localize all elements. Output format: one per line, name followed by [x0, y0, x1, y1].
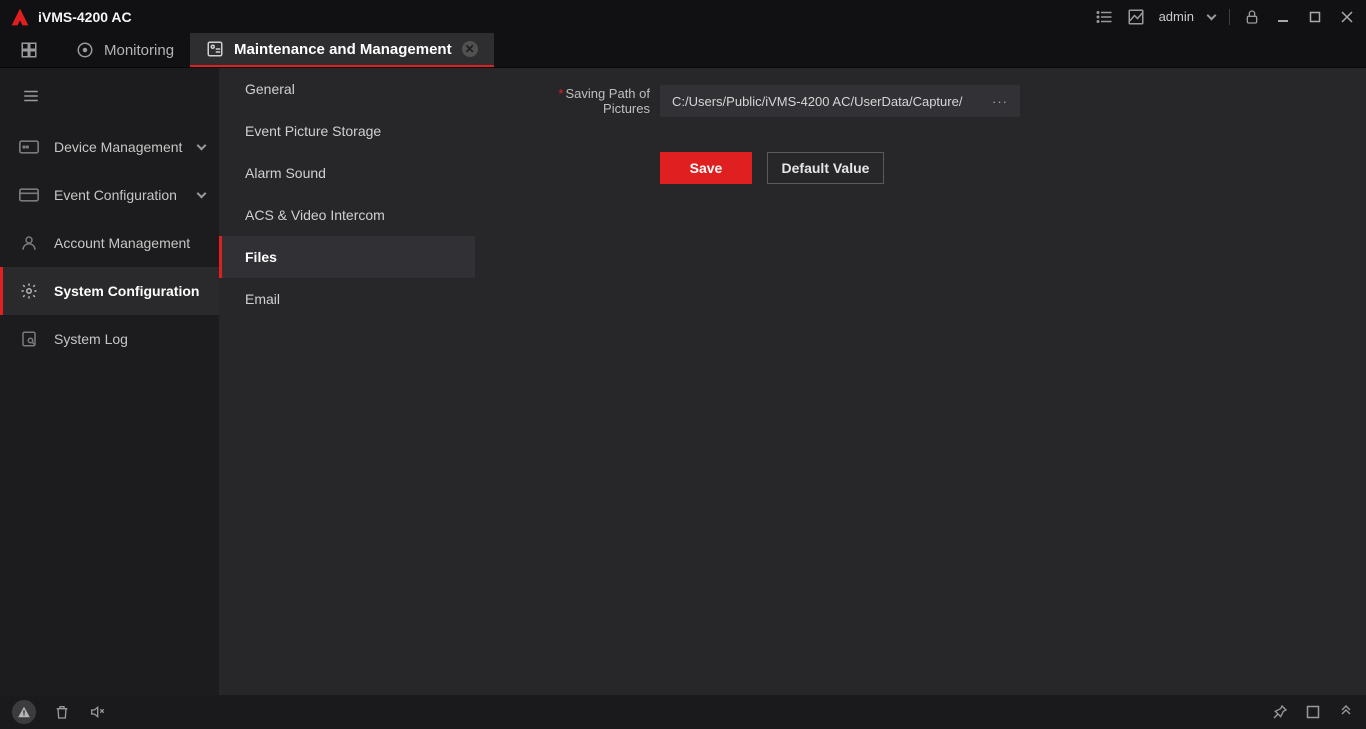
pin-icon[interactable]: [1272, 704, 1288, 720]
content-pane: *Saving Path of Pictures C:/Users/Public…: [475, 68, 1366, 695]
subnav-general[interactable]: General: [219, 68, 475, 110]
gear-icon: [18, 280, 40, 302]
sidebar-item-label: Account Management: [54, 235, 190, 251]
title-bar: iVMS-4200 AC admin: [0, 0, 1366, 33]
browse-icon[interactable]: ···: [992, 94, 1008, 109]
subnav-email[interactable]: Email: [219, 278, 475, 320]
user-icon: [18, 232, 40, 254]
user-menu-caret[interactable]: [1207, 10, 1217, 20]
maximize-button[interactable]: [1306, 8, 1324, 26]
menu-icon[interactable]: [22, 87, 40, 105]
device-icon: [18, 136, 40, 158]
lock-icon[interactable]: [1244, 9, 1260, 25]
list-icon[interactable]: [1095, 8, 1113, 26]
sidebar-item-label: Device Management: [54, 139, 182, 155]
sidebar-item-system-log[interactable]: System Log: [0, 315, 219, 363]
default-value-button[interactable]: Default Value: [767, 152, 884, 184]
minimize-button[interactable]: [1274, 8, 1292, 26]
save-button[interactable]: Save: [660, 152, 752, 184]
sidebar-item-device-management[interactable]: Device Management: [0, 123, 219, 171]
volume-mute-icon[interactable]: [88, 704, 106, 720]
sidebar-item-label: Event Configuration: [54, 187, 177, 203]
restore-icon[interactable]: [1306, 705, 1320, 719]
subnav-label: General: [245, 81, 295, 97]
chevron-down-icon: [197, 189, 207, 199]
subnav-label: ACS & Video Intercom: [245, 207, 385, 223]
primary-sidebar: Device Management Event Configuration Ac…: [0, 68, 219, 695]
subnav-label: Alarm Sound: [245, 165, 326, 181]
card-icon: [18, 184, 40, 206]
saving-path-label: *Saving Path of Pictures: [510, 86, 650, 116]
log-icon: [18, 328, 40, 350]
sidebar-item-label: System Configuration: [54, 283, 199, 299]
subnav-files[interactable]: Files: [219, 236, 475, 278]
tab-label: Maintenance and Management: [234, 41, 452, 58]
tab-label: Monitoring: [104, 42, 174, 59]
subnav-label: Email: [245, 291, 280, 307]
sidebar-item-system-configuration[interactable]: System Configuration: [0, 267, 219, 315]
subnav-event-picture-storage[interactable]: Event Picture Storage: [219, 110, 475, 152]
subnav-alarm-sound[interactable]: Alarm Sound: [219, 152, 475, 194]
sidebar-item-event-configuration[interactable]: Event Configuration: [0, 171, 219, 219]
saving-path-input[interactable]: C:/Users/Public/iVMS-4200 AC/UserData/Ca…: [660, 85, 1020, 117]
alarm-icon[interactable]: [12, 700, 36, 724]
expand-up-icon[interactable]: [1338, 704, 1354, 720]
app-title: iVMS-4200 AC: [38, 9, 132, 25]
chevron-down-icon: [197, 141, 207, 151]
tab-monitoring[interactable]: Monitoring: [60, 33, 190, 67]
tab-close-button[interactable]: ✕: [462, 41, 478, 57]
tab-strip: Monitoring Maintenance and Management ✕: [0, 33, 1366, 68]
tab-maintenance[interactable]: Maintenance and Management ✕: [190, 33, 494, 67]
subnav-acs-video-intercom[interactable]: ACS & Video Intercom: [219, 194, 475, 236]
trash-icon[interactable]: [54, 703, 70, 721]
home-button[interactable]: [14, 33, 44, 67]
picture-icon[interactable]: [1127, 8, 1145, 26]
settings-subnav: General Event Picture Storage Alarm Soun…: [219, 68, 475, 695]
app-logo-icon: [10, 7, 30, 27]
sidebar-item-label: System Log: [54, 331, 128, 347]
sidebar-item-account-management[interactable]: Account Management: [0, 219, 219, 267]
required-star: *: [558, 86, 563, 101]
current-user[interactable]: admin: [1159, 9, 1194, 24]
close-window-button[interactable]: [1338, 8, 1356, 26]
subnav-label: Event Picture Storage: [245, 123, 381, 139]
saving-path-value: C:/Users/Public/iVMS-4200 AC/UserData/Ca…: [672, 94, 962, 109]
separator: [1229, 9, 1230, 25]
subnav-label: Files: [245, 249, 277, 265]
status-bar: [0, 695, 1366, 729]
